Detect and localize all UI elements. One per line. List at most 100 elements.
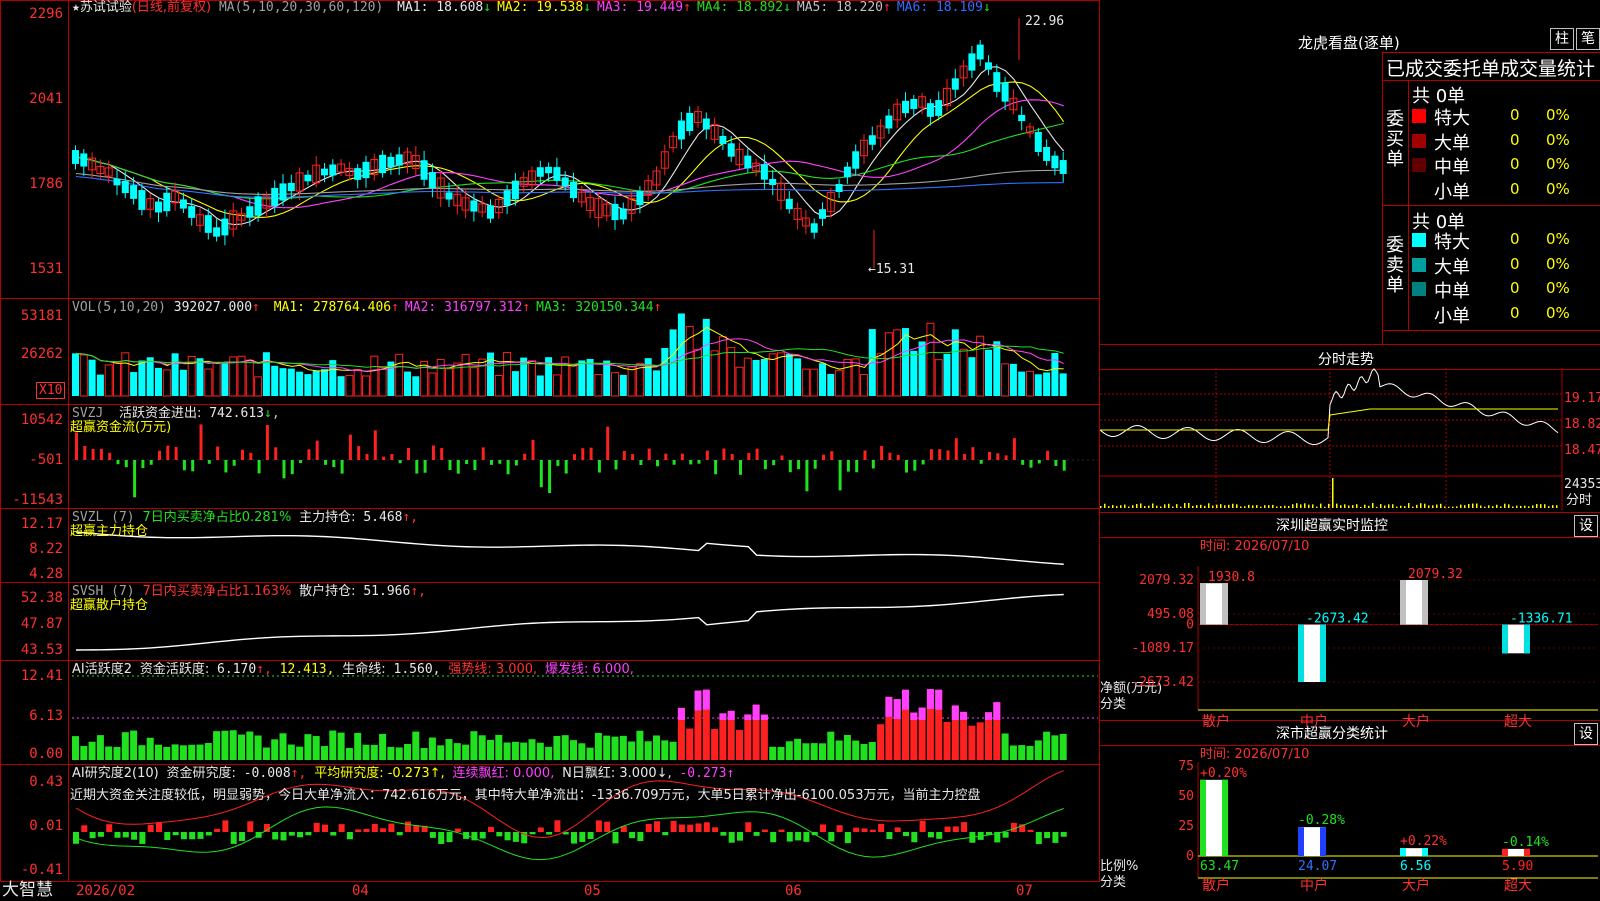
- ma-item: MA3: 320150.344↑: [536, 300, 661, 315]
- candle-body: [811, 223, 818, 232]
- ai-research-value: -0.008: [244, 766, 291, 781]
- volume-bar: [761, 359, 768, 396]
- sz-monitor-settings-button[interactable]: 设: [1574, 515, 1598, 537]
- fund-flow-bar: [183, 460, 186, 470]
- volume-bar: [122, 353, 129, 396]
- ma-value: 18.892: [728, 0, 783, 15]
- arrow: ↓: [264, 406, 272, 421]
- ai-active-top: [678, 708, 685, 720]
- date-tick: 06: [785, 883, 802, 899]
- ai-research-title: AI研究度2(10): [72, 766, 159, 781]
- candle-body: [836, 184, 843, 192]
- sz-classify-settings-button[interactable]: 设: [1574, 723, 1598, 745]
- fund-flow-bar: [274, 447, 277, 460]
- ma-label: MA2:: [405, 300, 436, 315]
- candle-body: [620, 209, 627, 220]
- ai-active-bar: [263, 748, 270, 760]
- ai-active-top: [695, 691, 702, 711]
- tab-tick-mode[interactable]: 笔: [1576, 28, 1600, 50]
- order-type-label: 小单: [1434, 178, 1470, 204]
- ai-active-bar: [80, 746, 87, 760]
- ai-active-top: [885, 697, 892, 717]
- ai-active-bar: [603, 736, 610, 760]
- fund-flow-bar: [291, 460, 294, 474]
- volume-bar: [114, 363, 121, 396]
- volume-bar: [645, 358, 652, 396]
- ai-active-top: [960, 712, 967, 720]
- arrow: ↓: [583, 0, 591, 15]
- life-label: 生命线:: [342, 662, 385, 677]
- ma-def: MA(5,10,20,30,60,120): [219, 0, 383, 15]
- ai-active-bar: [304, 734, 311, 760]
- volume-bar: [172, 353, 179, 396]
- high-price-label: 22.96: [1025, 14, 1064, 30]
- classify-ylabel: 比例%: [1100, 859, 1138, 875]
- candle-body: [993, 72, 1000, 92]
- date-tick: 04: [352, 883, 369, 899]
- fund-flow-bar: [332, 460, 335, 467]
- svzl-title: SVZL (7): [72, 510, 135, 525]
- ai-active-bar: [429, 738, 436, 760]
- sz-classify-time: 时间: 2026/07/10: [1200, 747, 1309, 763]
- ai-research-bar: [181, 832, 187, 839]
- svzj-label: 活跃资金进出:: [119, 406, 201, 421]
- candle-body: [562, 177, 569, 186]
- sz-classify-panel: 深市超赢分类统计 设 时间: 2026/07/10 比例% 分类: [1100, 720, 1600, 901]
- candle-body: [952, 78, 959, 89]
- tab-bar-mode[interactable]: 柱: [1550, 28, 1574, 50]
- ai-research-bar: [123, 832, 129, 837]
- volume-bar: [653, 370, 660, 396]
- volume-bar: [147, 357, 154, 396]
- ai-research-bar: [1052, 832, 1058, 843]
- ai-research-bar: [837, 825, 843, 832]
- ai-research-bar: [447, 832, 453, 842]
- fund-flow-bar: [324, 460, 327, 465]
- fund-flow-bar: [515, 460, 518, 465]
- price-ma-lines: [76, 67, 1064, 225]
- fund-flow-bar: [722, 449, 725, 460]
- strong-line: 强势线: 3.000,: [448, 662, 537, 677]
- ai-active-bar: [462, 745, 469, 760]
- ai-active-bar: [396, 747, 403, 760]
- fund-flow-bar: [922, 460, 925, 464]
- stock-chart-canvas[interactable]: [0, 0, 1100, 882]
- candle-body: [188, 206, 195, 218]
- candle-body: [321, 169, 328, 176]
- ai-active-bar: [72, 736, 79, 760]
- volume-bar: [894, 330, 901, 396]
- fund-flow-bar: [731, 454, 734, 460]
- volume-bar: [213, 363, 220, 396]
- ai-active-bar: [1027, 746, 1034, 760]
- fund-flow-bar: [224, 460, 227, 472]
- ai-active-bar: [288, 745, 295, 760]
- ai-active-bar: [512, 742, 519, 760]
- ai-research-bar: [380, 828, 386, 832]
- fund-flow-bar: [407, 448, 410, 460]
- ai-research-bar: [803, 832, 809, 842]
- ai-active-bar: [844, 735, 851, 760]
- order-type-label: 大单: [1434, 129, 1470, 155]
- volume-bar: [794, 358, 801, 396]
- ai-research-bar: [173, 832, 179, 835]
- candle-body: [379, 155, 386, 173]
- intraday-price-tick: 18.47: [1564, 443, 1600, 459]
- ai-research-bar: [679, 825, 685, 832]
- ai-research-bar: [720, 832, 726, 836]
- ai-active-bar: [163, 747, 170, 760]
- order-qty: 0: [1510, 155, 1520, 173]
- ai-research-bar: [372, 824, 378, 832]
- ai-research-bar: [613, 832, 619, 843]
- sz-monitor-panel: 深圳超赢实时监控 设 时间: 2026/07/10 净额(万元) 分类: [1100, 512, 1600, 721]
- volume-bar: [919, 341, 926, 396]
- fund-flow-bar: [623, 451, 626, 460]
- ai-active-v2: 12.413,: [280, 662, 335, 677]
- fund-flow-bar: [100, 449, 103, 460]
- longhu-sep: [1382, 80, 1600, 81]
- ai-active-bar: [255, 735, 262, 760]
- ai-research-bar: [330, 832, 336, 836]
- candle-body: [363, 162, 370, 178]
- ma-label: MA6:: [897, 0, 928, 15]
- ai-research-bar: [903, 832, 909, 836]
- ai-research-bar: [579, 832, 585, 842]
- candle-body: [213, 227, 220, 236]
